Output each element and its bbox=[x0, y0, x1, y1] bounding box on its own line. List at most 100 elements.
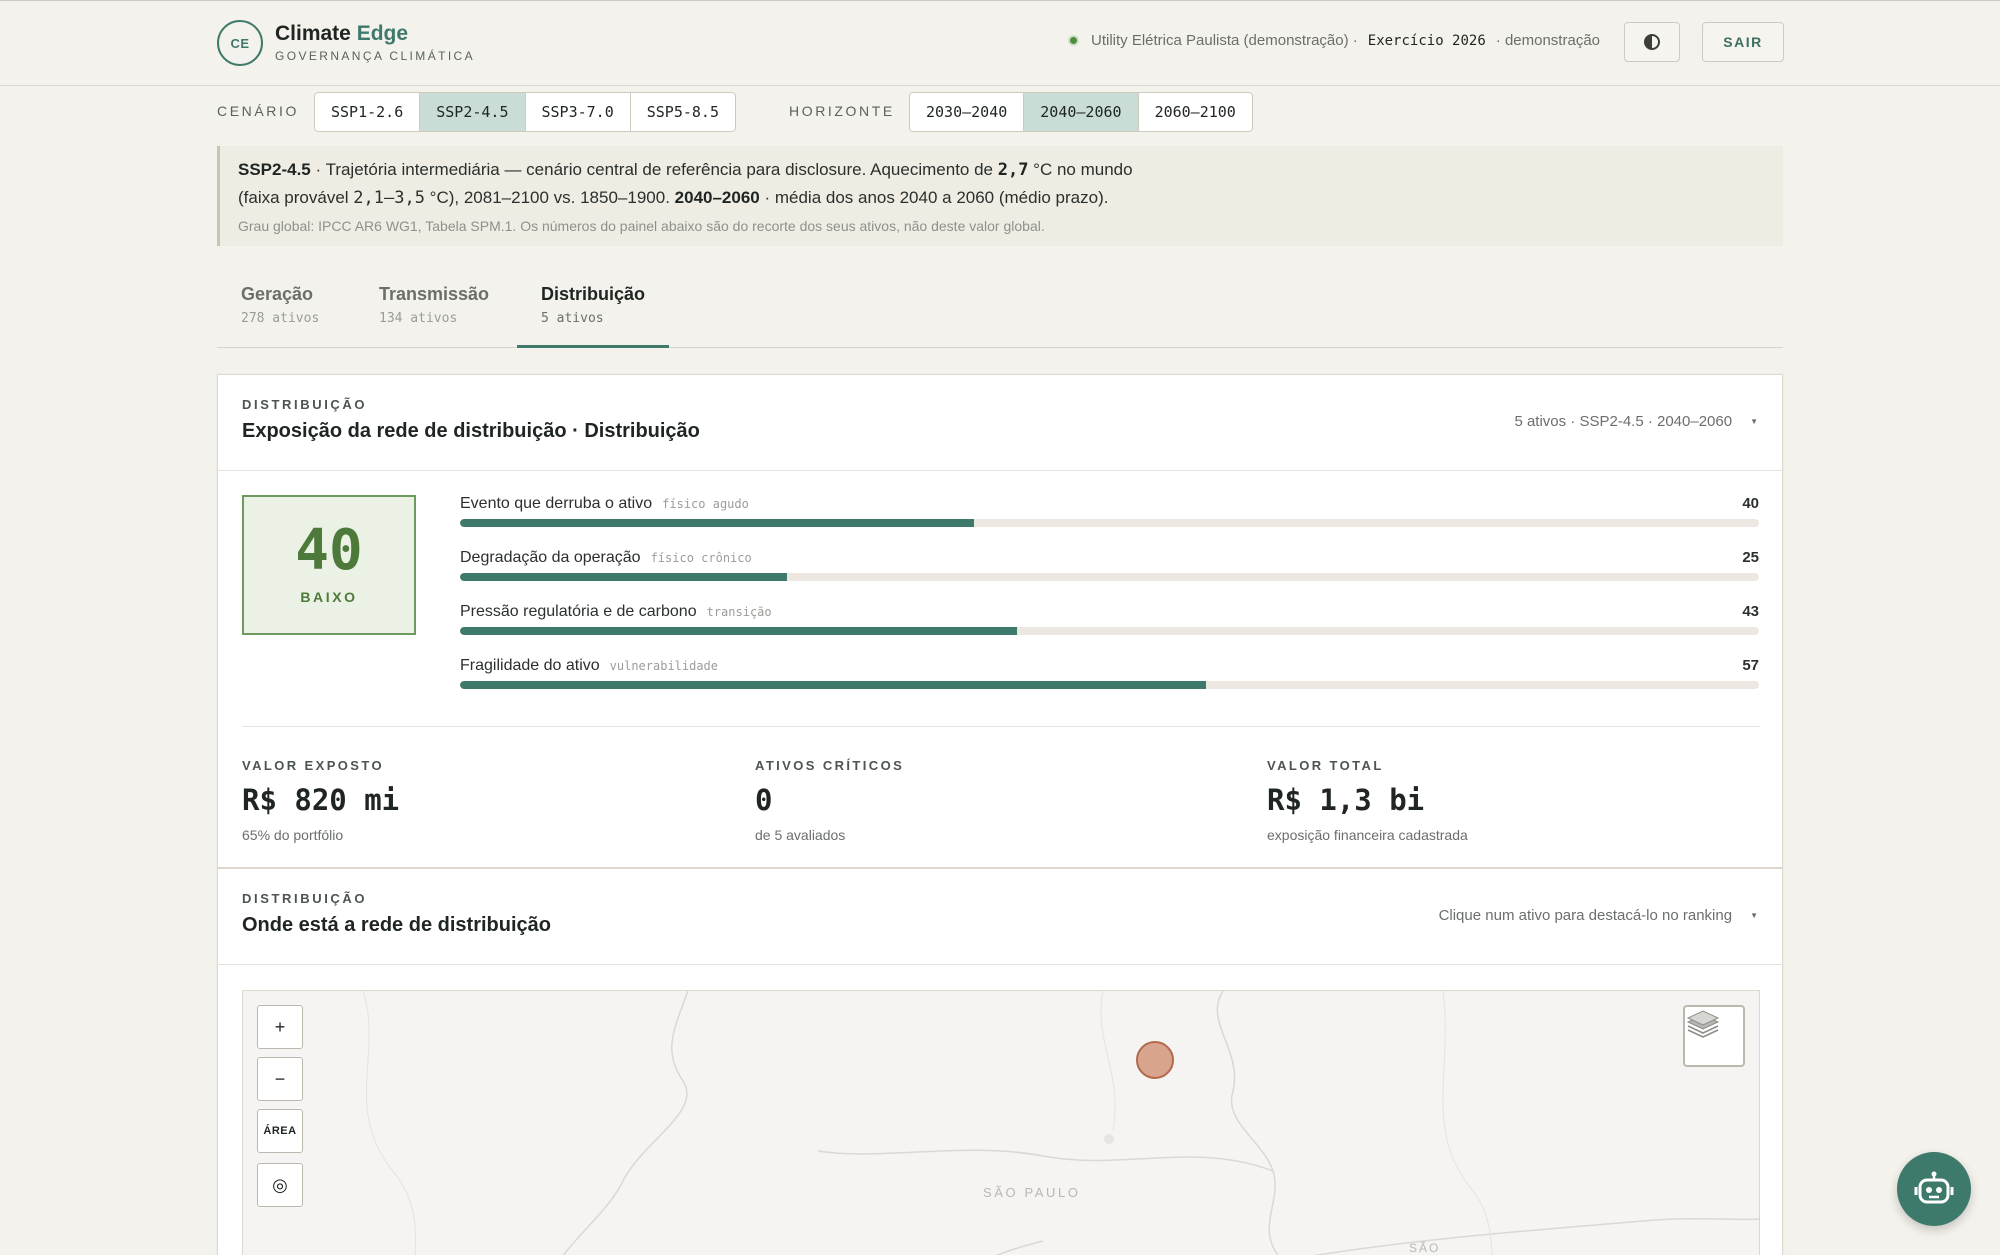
scenario-description: · Trajetória intermediária — cenário cen… bbox=[310, 160, 998, 179]
scenario-label: CENÁRIO bbox=[217, 103, 299, 119]
asset-map[interactable]: + − ÁREA ◎ SÃO PAULO SÃO bbox=[242, 990, 1760, 1255]
status-dot-icon bbox=[1068, 35, 1079, 46]
scenario-option-ssp2[interactable]: SSP2-4.5 bbox=[420, 93, 526, 131]
zoom-in-button[interactable]: + bbox=[257, 1005, 303, 1049]
risk-bar-tag: físico crônico bbox=[650, 551, 752, 565]
brand-subtitle: GOVERNANÇA CLIMÁTICA bbox=[275, 49, 476, 63]
area-button[interactable]: ÁREA bbox=[257, 1109, 303, 1153]
risk-bar-label: Evento que derruba o ativo bbox=[460, 495, 653, 512]
tab-count: 278 ativos bbox=[241, 311, 320, 326]
scenario-description-line2: (faixa provável 2,1–3,5 °C), 2081–2100 v… bbox=[238, 184, 1765, 212]
org-name: Utility Elétrica Paulista (demonstração)… bbox=[1091, 32, 1358, 49]
stat-label: VALOR TOTAL bbox=[1267, 758, 1384, 773]
risk-bar-label: Fragilidade do ativo bbox=[460, 657, 600, 674]
risk-bar-fill bbox=[460, 681, 1206, 689]
caret-down-icon[interactable]: ▼ bbox=[1750, 911, 1758, 920]
segment-tabs: Geração 278 ativos Transmissão 134 ativo… bbox=[217, 282, 1783, 348]
assistant-bot-button[interactable] bbox=[1897, 1152, 1971, 1226]
top-bar: CE Climate Edge GOVERNANÇA CLIMÁTICA Uti… bbox=[0, 0, 2000, 86]
layers-icon bbox=[1686, 1010, 1720, 1038]
warming-unit: °C no mundo bbox=[1028, 160, 1133, 179]
risk-bar-vulnerability: Fragilidade do ativo vulnerabilidade 57 bbox=[460, 657, 1759, 701]
scenario-info-box: SSP2-4.5 · Trajetória intermediária — ce… bbox=[217, 146, 1783, 246]
horizon-option-2030[interactable]: 2030–2040 bbox=[910, 93, 1025, 131]
stat-label: VALOR EXPOSTO bbox=[242, 758, 384, 773]
exposure-card: DISTRIBUIÇÃO Exposição da rede de distri… bbox=[217, 374, 1783, 868]
scenario-option-ssp5[interactable]: SSP5-8.5 bbox=[631, 93, 735, 131]
horizon-option-2040[interactable]: 2040–2060 bbox=[1024, 93, 1139, 131]
map-boundaries bbox=[362, 991, 1759, 1255]
scenario-option-ssp3[interactable]: SSP3-7.0 bbox=[526, 93, 631, 131]
tab-transmissao[interactable]: Transmissão 134 ativos bbox=[355, 282, 513, 348]
overall-score-badge: 40 BAIXO bbox=[242, 495, 416, 635]
tab-title: Distribuição bbox=[541, 284, 646, 304]
layers-button[interactable] bbox=[1683, 1005, 1745, 1067]
theme-toggle-button[interactable] bbox=[1624, 22, 1680, 62]
risk-bar-track bbox=[460, 519, 1759, 527]
risk-bar-value: 25 bbox=[1742, 549, 1759, 566]
risk-bar-acute: Evento que derruba o ativo físico agudo 4… bbox=[460, 495, 1759, 539]
map-state-label: SÃO PAULO bbox=[983, 1185, 1081, 1200]
stat-total-value: VALOR TOTAL R$ 1,3 bi exposição financei… bbox=[1267, 758, 1468, 843]
stat-exposed-value: VALOR EXPOSTO R$ 820 mi 65% do portfólio bbox=[242, 758, 399, 843]
exposure-card-header[interactable]: DISTRIBUIÇÃO Exposição da rede de distri… bbox=[218, 375, 1782, 471]
map-city-label: SÃO bbox=[1409, 1241, 1441, 1255]
tab-title: Geração bbox=[241, 284, 314, 304]
card-eyebrow: DISTRIBUIÇÃO bbox=[242, 891, 368, 906]
stat-value: 0 bbox=[755, 783, 773, 817]
logo-icon[interactable]: CE bbox=[217, 20, 263, 66]
warming-range: 2,1–3,5 bbox=[353, 188, 425, 208]
card-meta: Clique num ativo para destacá-lo no rank… bbox=[1439, 907, 1758, 924]
range-suffix: °C), 2081–2100 vs. 1850–1900. bbox=[424, 188, 675, 207]
scenario-option-ssp1[interactable]: SSP1-2.6 bbox=[315, 93, 421, 131]
risk-bar-fill bbox=[460, 627, 1018, 635]
brand-name-primary: Climate bbox=[275, 22, 351, 45]
mode-label: · demonstração bbox=[1495, 32, 1600, 49]
robot-icon bbox=[1914, 1171, 1954, 1204]
overall-score: 40 bbox=[295, 518, 363, 583]
tab-distribuicao[interactable]: Distribuição 5 ativos bbox=[517, 282, 670, 348]
locate-button[interactable]: ◎ bbox=[257, 1163, 303, 1207]
risk-bar-tag: vulnerabilidade bbox=[609, 659, 719, 673]
horizon-selector: 2030–2040 2040–2060 2060–2100 bbox=[909, 92, 1253, 132]
caret-down-icon[interactable]: ▼ bbox=[1750, 417, 1758, 426]
overall-score-level: BAIXO bbox=[300, 589, 358, 605]
exposure-card-body: 40 BAIXO Evento que derruba o ativo físic… bbox=[218, 471, 1782, 867]
horizon-option-2060[interactable]: 2060–2100 bbox=[1139, 93, 1252, 131]
brand-name: Climate Edge bbox=[275, 22, 475, 46]
risk-bar-tag: físico agudo bbox=[662, 497, 749, 511]
horizon-code: 2040–2060 bbox=[674, 188, 760, 207]
map-city-marker bbox=[1104, 1134, 1114, 1144]
card-meta-text: Clique num ativo para destacá-lo no rank… bbox=[1438, 907, 1733, 924]
risk-bar-label: Degradação da operação bbox=[460, 549, 641, 566]
map-card: DISTRIBUIÇÃO Onde está a rede de distrib… bbox=[217, 868, 1783, 1255]
map-card-header[interactable]: DISTRIBUIÇÃO Onde está a rede de distrib… bbox=[218, 869, 1782, 965]
exercise-year: Exercício 2026 bbox=[1367, 32, 1486, 49]
tab-title: Transmissão bbox=[379, 284, 490, 304]
risk-bar-fill bbox=[460, 573, 788, 581]
stat-sub: de 5 avaliados bbox=[755, 827, 846, 843]
brand-name-accent: Edge bbox=[356, 22, 409, 45]
warming-value: 2,7 bbox=[997, 160, 1029, 180]
tab-geracao[interactable]: Geração 278 ativos bbox=[217, 282, 343, 348]
zoom-out-button[interactable]: − bbox=[257, 1057, 303, 1101]
brand: Climate Edge GOVERNANÇA CLIMÁTICA bbox=[275, 22, 475, 63]
risk-bar-value: 57 bbox=[1742, 657, 1759, 674]
divider bbox=[242, 726, 1760, 727]
tab-count: 134 ativos bbox=[379, 311, 458, 326]
horizon-description: · média dos anos 2040 a 2060 (médio praz… bbox=[759, 188, 1109, 207]
card-meta-text: 5 ativos · SSP2-4.5 · 2040–2060 bbox=[1514, 413, 1733, 430]
card-meta: 5 ativos · SSP2-4.5 · 2040–2060 ▼ bbox=[1514, 413, 1758, 430]
horizon-label: HORIZONTE bbox=[789, 103, 895, 119]
tab-count: 5 ativos bbox=[541, 311, 604, 326]
range-prefix: (faixa provável bbox=[238, 188, 354, 207]
stat-critical-assets: ATIVOS CRÍTICOS 0 de 5 avaliados bbox=[755, 758, 904, 843]
stat-value: R$ 820 mi bbox=[242, 783, 400, 817]
stat-value: R$ 1,3 bi bbox=[1267, 783, 1425, 817]
risk-bar-track bbox=[460, 627, 1759, 635]
asset-marker[interactable] bbox=[1136, 1041, 1174, 1079]
logout-button[interactable]: SAIR bbox=[1702, 22, 1784, 62]
contrast-icon bbox=[1644, 34, 1660, 50]
stat-label: ATIVOS CRÍTICOS bbox=[755, 758, 905, 773]
scenario-code: SSP2-4.5 bbox=[238, 160, 311, 179]
